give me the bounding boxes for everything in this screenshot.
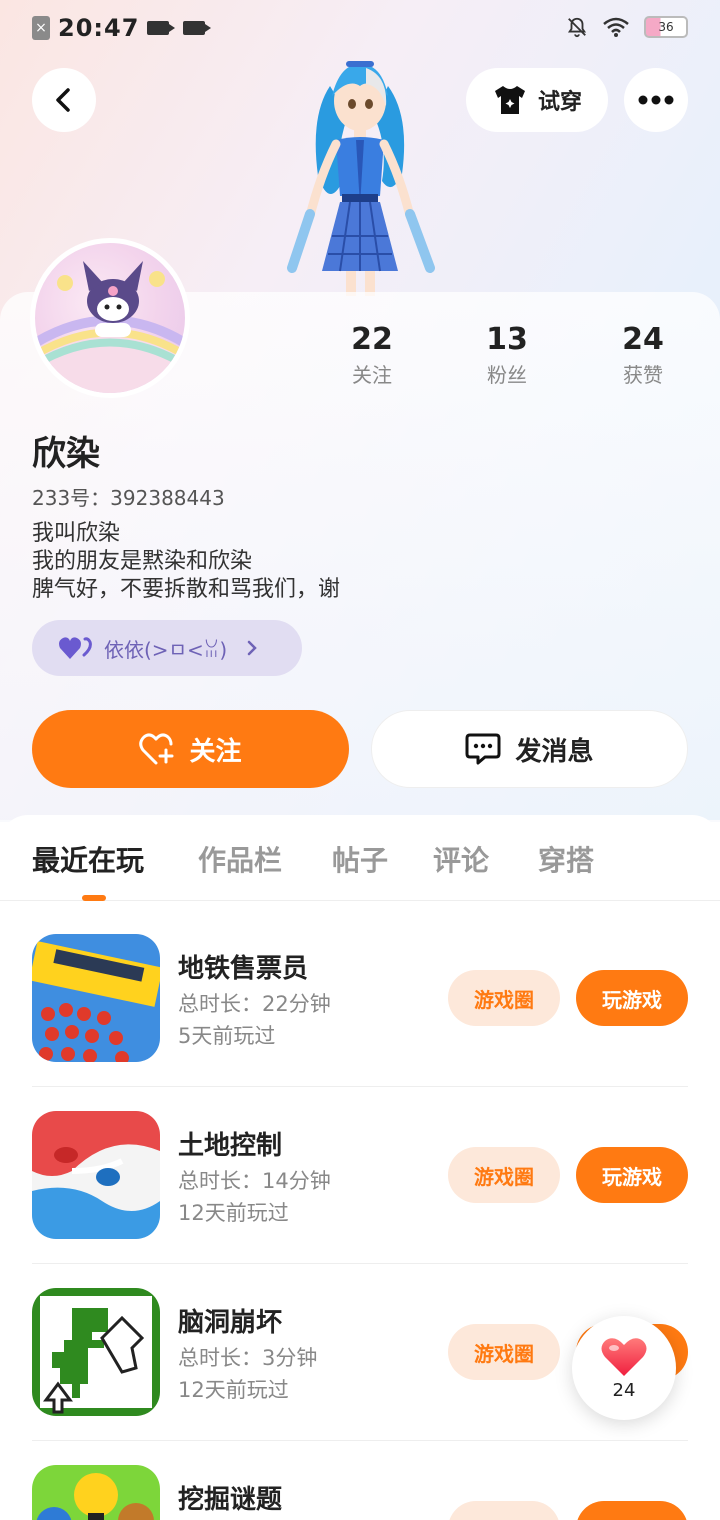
- stat-followers-value: 13: [486, 322, 528, 357]
- bio-line: 脾气好，不要拆散和骂我们，谢: [32, 577, 341, 602]
- play-game-button[interactable]: 玩游戏: [576, 970, 688, 1026]
- stat-followers[interactable]: 13 粉丝: [457, 322, 557, 388]
- like-count: 24: [612, 1379, 636, 1401]
- tab-posts[interactable]: 帖子: [332, 839, 388, 879]
- row-divider: [32, 1440, 688, 1441]
- stat-likes-value: 24: [622, 322, 664, 357]
- user-nickname: 欣染: [32, 434, 100, 474]
- back-button[interactable]: [32, 68, 96, 132]
- double-heart-icon: [59, 637, 92, 659]
- land-control-game-icon: [32, 1111, 160, 1239]
- wifi-icon: [603, 17, 629, 37]
- battery-indicator: 36: [644, 16, 688, 38]
- subway-game-icon: [32, 934, 160, 1062]
- tab-works[interactable]: 作品栏: [198, 839, 282, 879]
- character-avatar-figure[interactable]: [270, 56, 450, 296]
- more-options-button[interactable]: [624, 68, 688, 132]
- game-last-played: 12天前玩过: [178, 1201, 289, 1225]
- active-tab-indicator: [82, 895, 106, 901]
- bio-line: 我叫欣染: [32, 521, 121, 546]
- follow-button[interactable]: 关注: [32, 710, 349, 788]
- game-duration: 总时长：14分钟: [178, 1169, 331, 1193]
- row-divider: [32, 1263, 688, 1264]
- badge-text: 依依(>ㅁ<ꈍ): [104, 637, 228, 662]
- chevron-right-icon: [247, 640, 257, 656]
- relationship-badge[interactable]: 依依(>ㅁ<ꈍ): [32, 620, 302, 676]
- tab-comments[interactable]: 评论: [433, 839, 489, 879]
- play-game-button[interactable]: 玩游戏: [576, 1147, 688, 1203]
- user-id[interactable]: 233号：392388443: [32, 482, 225, 511]
- status-time: 20:47: [58, 14, 140, 42]
- try-on-button[interactable]: 试穿: [466, 68, 608, 132]
- heart-icon: [601, 1337, 647, 1376]
- status-bar: × 20:47 36: [0, 0, 720, 58]
- profile-tabs: 最近在玩 作品栏 帖子 评论 穿搭: [0, 815, 720, 901]
- game-duration: 总时长：3分钟: [178, 1346, 318, 1370]
- user-bio: 我叫欣染 我的朋友是黙染和欣染 脾气好，不要拆散和骂我们，谢: [32, 520, 340, 604]
- game-list-item[interactable]: 挖掘谜题 游戏圈 玩游戏: [32, 1465, 688, 1520]
- stat-following-value: 22: [351, 322, 393, 357]
- game-duration: 总时长：22分钟: [178, 992, 331, 1016]
- game-circle-button[interactable]: 游戏圈: [448, 970, 560, 1026]
- stat-likes-label: 获赞: [623, 363, 663, 387]
- tab-outfits[interactable]: 穿搭: [538, 839, 594, 879]
- game-list-item[interactable]: 地铁售票员 总时长：22分钟 5天前玩过 游戏圈 玩游戏: [32, 934, 688, 1062]
- follow-label: 关注: [189, 736, 242, 767]
- chat-bubble-icon: [465, 733, 501, 765]
- game-circle-button[interactable]: 游戏圈: [448, 1147, 560, 1203]
- heart-plus-icon: [139, 733, 174, 765]
- game-title: 土地控制: [178, 1131, 283, 1161]
- game-title: 脑洞崩坏: [178, 1308, 283, 1338]
- game-circle-button[interactable]: 游戏圈: [448, 1324, 560, 1380]
- stat-following[interactable]: 22 关注: [322, 322, 422, 388]
- tshirt-icon: [494, 86, 525, 114]
- chevron-left-icon: [56, 88, 70, 112]
- game-last-played: 12天前玩过: [178, 1378, 289, 1402]
- game-title: 地铁售票员: [178, 954, 309, 984]
- game-list-item[interactable]: 土地控制 总时长：14分钟 12天前玩过 游戏圈 玩游戏: [32, 1111, 688, 1239]
- game-title: 挖掘谜题: [178, 1485, 283, 1515]
- dino-game-icon: [32, 1288, 160, 1416]
- stat-followers-label: 粉丝: [487, 363, 527, 387]
- user-avatar[interactable]: [30, 238, 190, 398]
- kuromi-avatar-image: [35, 261, 185, 393]
- game-last-played: 5天前玩过: [178, 1024, 276, 1048]
- play-game-button[interactable]: 玩游戏: [576, 1501, 688, 1520]
- tab-recently-played[interactable]: 最近在玩: [32, 839, 144, 879]
- dig-puzzle-game-icon: [32, 1465, 160, 1520]
- row-divider: [32, 1086, 688, 1087]
- video-icon-2: [183, 21, 212, 35]
- video-icon: [147, 21, 176, 35]
- notification-x-icon: ×: [32, 16, 50, 40]
- game-circle-button[interactable]: 游戏圈: [448, 1501, 560, 1520]
- mute-bell-icon: [567, 17, 587, 38]
- message-label: 发消息: [515, 736, 594, 767]
- stat-likes[interactable]: 24 获赞: [593, 322, 693, 388]
- try-on-label: 试穿: [537, 90, 582, 115]
- more-dots-icon: [638, 95, 674, 105]
- send-message-button[interactable]: 发消息: [371, 710, 688, 788]
- like-float-button[interactable]: 24: [572, 1316, 676, 1420]
- stat-following-label: 关注: [352, 363, 392, 387]
- bio-line: 我的朋友是黙染和欣染: [32, 549, 253, 574]
